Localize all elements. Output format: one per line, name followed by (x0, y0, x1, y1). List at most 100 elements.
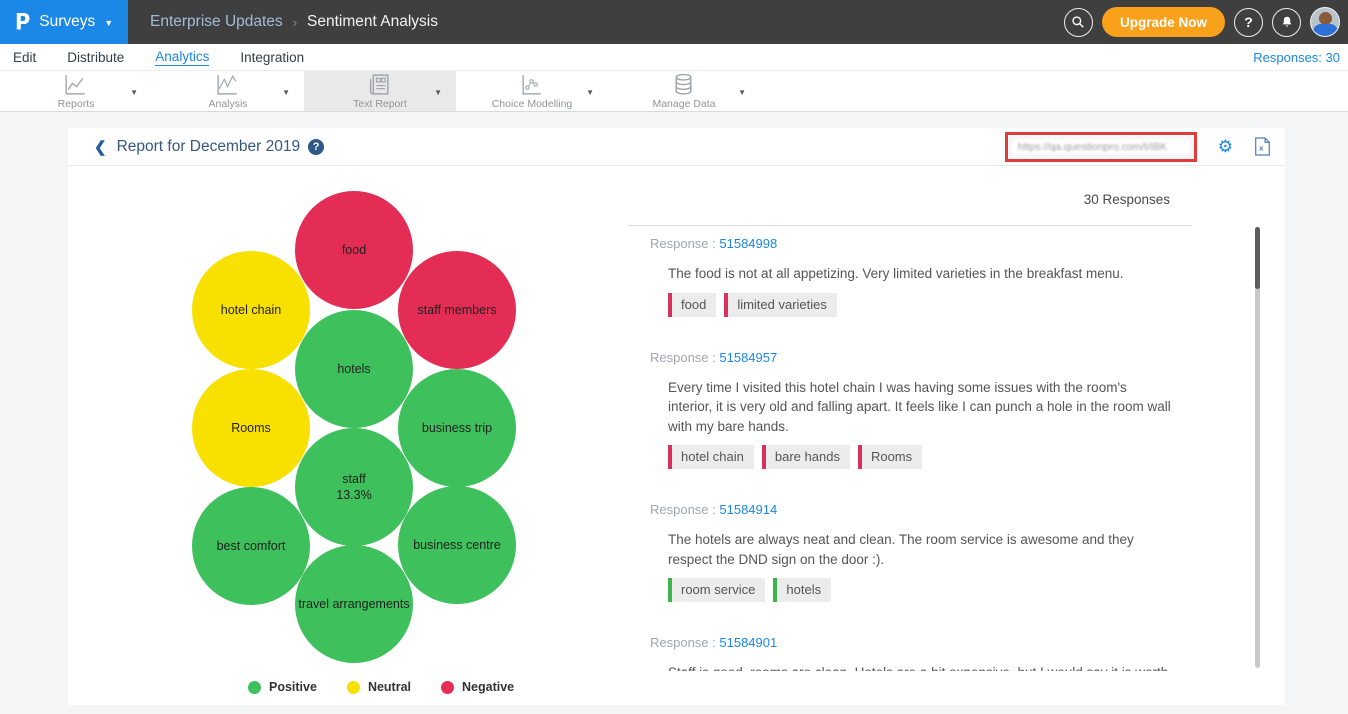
export-excel-icon[interactable]: x (1254, 137, 1271, 156)
response-tags: food limited varieties (668, 293, 1172, 317)
legend-item-positive: Positive (248, 680, 317, 694)
settings-gear-icon[interactable]: ⚙ (1218, 138, 1233, 155)
response-id-link[interactable]: 51584957 (719, 350, 777, 365)
tab-text-report[interactable]: Text Report ▼ (304, 71, 456, 111)
report-help-icon[interactable]: ? (308, 139, 324, 155)
responses-list: Response : 51584998 The food is not at a… (628, 225, 1192, 671)
text-report-card: ❮ Report for December 2019 ? ⚙ x food ho… (68, 128, 1285, 705)
report-header: ❮ Report for December 2019 ? ⚙ x (68, 128, 1285, 166)
bubble-best-comfort[interactable]: best comfort (192, 487, 310, 605)
bubble-value: 13.3% (336, 487, 371, 503)
bubble-business-centre[interactable]: business centre (398, 486, 516, 604)
chevron-down-icon[interactable]: ▼ (282, 88, 290, 97)
user-avatar[interactable] (1310, 7, 1340, 37)
tag[interactable]: bare hands (762, 445, 850, 469)
analytics-toolbar: Reports ▼ Analysis ▼ Text Report ▼ Choic… (0, 70, 1348, 112)
response-item: Response : 51584957 Every time I visited… (650, 350, 1172, 470)
bubble-food[interactable]: food (295, 191, 413, 309)
bubble-staff[interactable]: staff13.3% (295, 428, 413, 546)
bubble-hotels[interactable]: hotels (295, 310, 413, 428)
response-label: Response : 51584957 (650, 350, 1172, 365)
tab-choice-modelling[interactable]: Choice Modelling ▼ (456, 71, 608, 111)
chart-legend: Positive Neutral Negative (248, 680, 514, 694)
neutral-dot-icon (347, 681, 360, 694)
tab-label: Analysis (208, 98, 247, 110)
tag[interactable]: Rooms (858, 445, 922, 469)
menu-item-integration[interactable]: Integration (240, 50, 304, 65)
breadcrumb-current: Sentiment Analysis (307, 13, 438, 31)
bubble-staff-members[interactable]: staff members (398, 251, 516, 369)
bubble-travel-arrangements[interactable]: travel arrangements (295, 545, 413, 663)
breadcrumb-separator-icon: › (293, 15, 297, 30)
response-item: Response : 51584998 The food is not at a… (650, 236, 1172, 317)
chevron-down-icon[interactable]: ▼ (434, 88, 442, 97)
response-item: Response : 51584914 The hotels are alway… (650, 502, 1172, 602)
chevron-down-icon[interactable]: ▼ (130, 88, 138, 97)
product-switcher[interactable]: P Surveys ▼ (0, 0, 128, 44)
menu-item-edit[interactable]: Edit (13, 50, 36, 65)
response-text: The food is not at all appetizing. Very … (668, 264, 1172, 284)
search-icon (1071, 15, 1085, 29)
response-tags: hotel chain bare hands Rooms (668, 445, 1172, 469)
responses-count-header: 30 Responses (1084, 192, 1170, 207)
upgrade-now-button[interactable]: Upgrade Now (1102, 7, 1225, 37)
top-bar: P Surveys ▼ Enterprise Updates › Sentime… (0, 0, 1348, 44)
questionpro-logo-icon: P (15, 9, 30, 34)
tab-label: Manage Data (652, 98, 715, 110)
tab-manage-data[interactable]: Manage Data ▼ (608, 71, 760, 111)
search-button[interactable] (1064, 8, 1093, 37)
choice-modelling-icon (519, 72, 544, 97)
notifications-button[interactable] (1272, 8, 1301, 37)
share-url-highlight-annotation (1005, 132, 1197, 162)
tag[interactable]: hotel chain (668, 445, 754, 469)
database-icon (671, 72, 696, 97)
chevron-down-icon[interactable]: ▼ (586, 88, 594, 97)
legend-item-negative: Negative (441, 680, 514, 694)
positive-dot-icon (248, 681, 261, 694)
bubble-business-trip[interactable]: business trip (398, 369, 516, 487)
bell-icon (1280, 15, 1294, 29)
response-text: Every time I visited this hotel chain I … (668, 378, 1172, 437)
text-report-icon (367, 72, 392, 97)
menu-item-distribute[interactable]: Distribute (67, 50, 124, 65)
line-chart-icon (63, 72, 88, 97)
tag[interactable]: room service (668, 578, 765, 602)
response-tags: room service hotels (668, 578, 1172, 602)
svg-text:x: x (1259, 144, 1264, 153)
bubble-hotel-chain[interactable]: hotel chain (192, 251, 310, 369)
legend-item-neutral: Neutral (347, 680, 411, 694)
response-id-link[interactable]: 51584901 (719, 635, 777, 650)
responses-scrollbar[interactable] (1255, 227, 1260, 668)
response-label: Response : 51584901 (650, 635, 1172, 650)
help-button[interactable]: ? (1234, 8, 1263, 37)
chevron-down-icon: ▼ (104, 18, 113, 28)
tag[interactable]: food (668, 293, 716, 317)
back-button[interactable]: ❮ (94, 138, 107, 156)
survey-menu: Edit Distribute Analytics Integration Re… (0, 44, 1348, 70)
report-title: Report for December 2019 (117, 138, 301, 156)
breadcrumb-parent[interactable]: Enterprise Updates (150, 13, 283, 31)
responses-counter[interactable]: Responses: 30 (1253, 50, 1340, 65)
breadcrumb: Enterprise Updates › Sentiment Analysis (150, 13, 438, 31)
chevron-down-icon[interactable]: ▼ (738, 88, 746, 97)
bubble-rooms[interactable]: Rooms (192, 369, 310, 487)
response-id-link[interactable]: 51584998 (719, 236, 777, 251)
response-item: Response : 51584901 Staff is good, rooms… (650, 635, 1172, 671)
scrollbar-thumb[interactable] (1255, 227, 1260, 289)
response-label: Response : 51584998 (650, 236, 1172, 251)
tab-label: Choice Modelling (492, 98, 573, 110)
response-id-link[interactable]: 51584914 (719, 502, 777, 517)
negative-dot-icon (441, 681, 454, 694)
response-text: Staff is good, rooms are clean. Hotels a… (668, 663, 1172, 671)
trend-chart-icon (215, 72, 240, 97)
question-mark-icon: ? (1244, 14, 1253, 30)
share-url-input[interactable] (1010, 137, 1192, 157)
tag[interactable]: limited varieties (724, 293, 837, 317)
tag[interactable]: hotels (773, 578, 831, 602)
response-label: Response : 51584914 (650, 502, 1172, 517)
tab-analysis[interactable]: Analysis ▼ (152, 71, 304, 111)
tab-reports[interactable]: Reports ▼ (0, 71, 152, 111)
response-text: The hotels are always neat and clean. Th… (668, 530, 1172, 569)
tab-label: Reports (58, 98, 95, 110)
menu-item-analytics[interactable]: Analytics (155, 49, 209, 66)
